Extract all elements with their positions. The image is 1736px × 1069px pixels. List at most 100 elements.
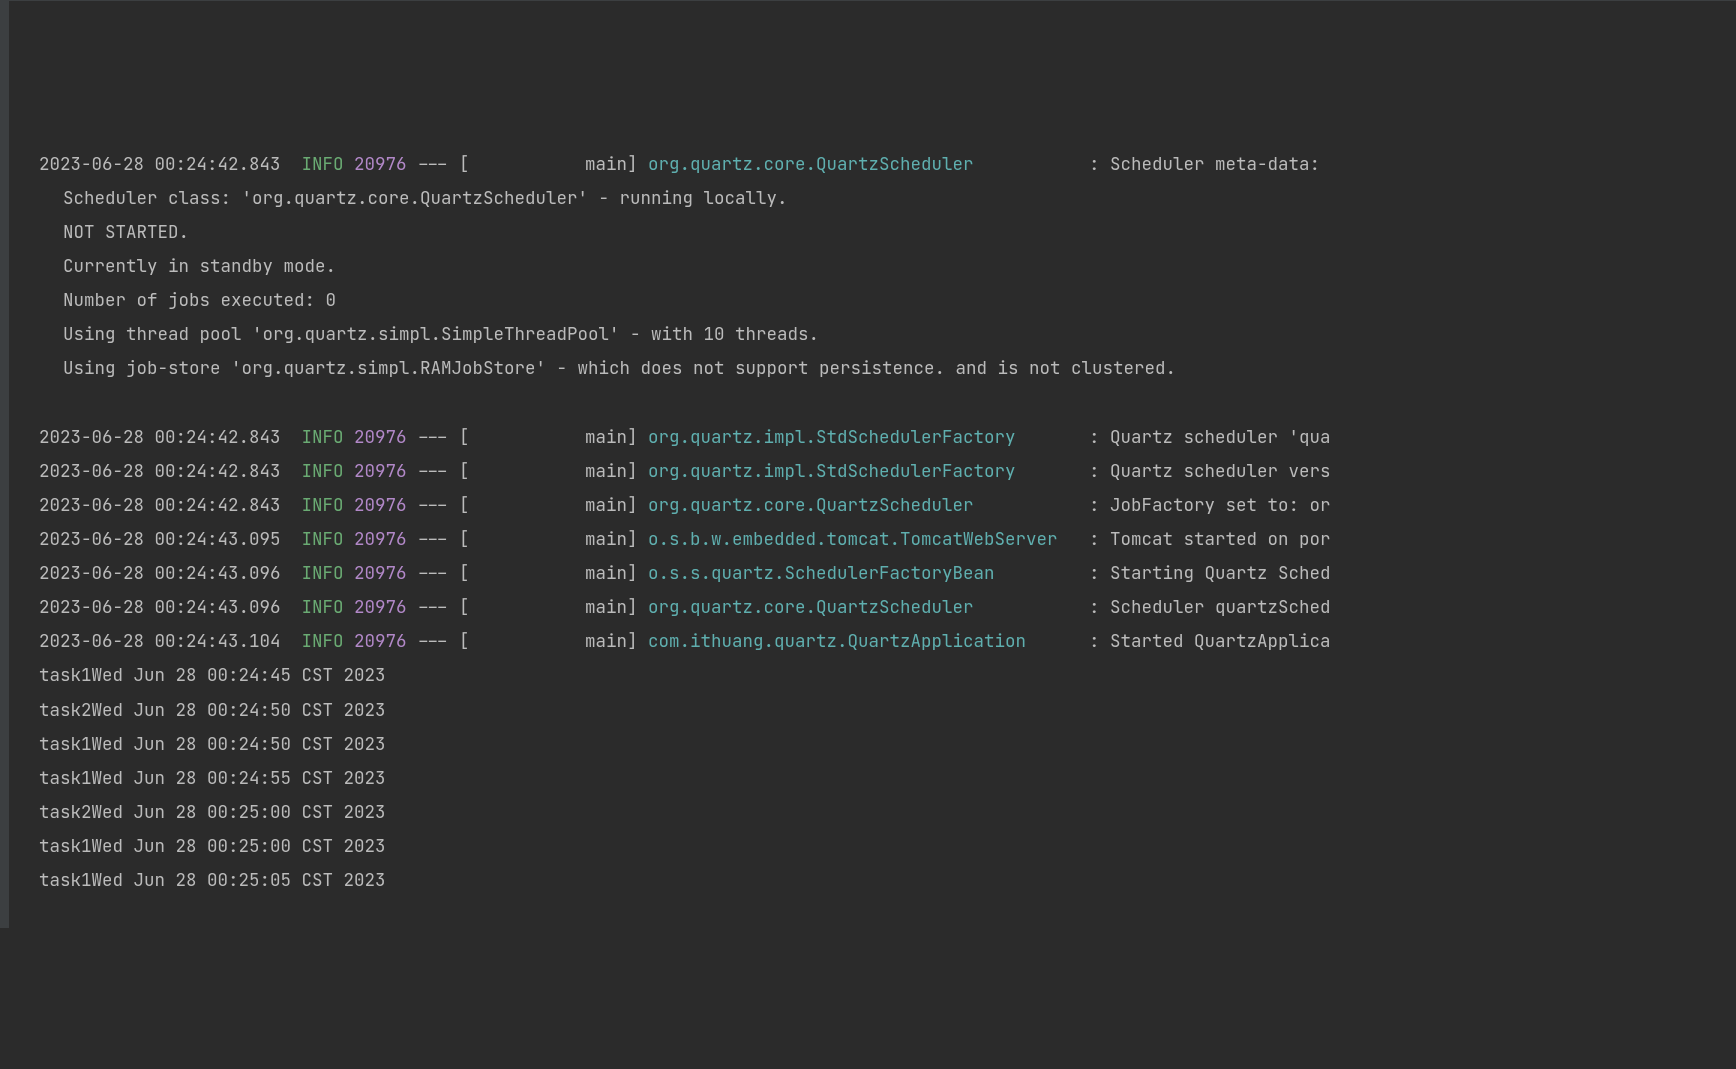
log-pid: 20976 [354,528,407,551]
log-text: Using job-store 'org.quartz.simpl.RAMJob… [63,357,1176,380]
log-separator: --- [417,494,449,517]
log-text: Number of jobs executed: 0 [63,289,336,312]
log-line[interactable]: task2Wed Jun 28 00:25:00 CST 2023 [39,796,1736,830]
log-text: task1Wed Jun 28 00:24:45 CST 2023 [39,664,386,687]
log-pid: 20976 [354,562,407,585]
log-line[interactable]: 2023-06-28 00:24:43.096 INFO 20976 --- [… [39,557,1736,591]
log-thread: [ main] [459,562,638,585]
log-colon: : [1089,153,1100,176]
log-pid: 20976 [354,153,407,176]
log-pid: 20976 [354,494,407,517]
log-separator: --- [417,596,449,619]
log-logger: org.quartz.core.QuartzScheduler [648,153,1079,176]
log-colon: : [1089,528,1100,551]
log-text: task2Wed Jun 28 00:24:50 CST 2023 [39,699,386,722]
log-colon: : [1089,494,1100,517]
log-timestamp: 2023-06-28 00:24:42.843 [39,153,281,176]
log-line[interactable]: NOT STARTED. [39,216,1736,250]
log-line[interactable]: task1Wed Jun 28 00:25:05 CST 2023 [39,864,1736,898]
log-level: INFO [302,562,344,585]
log-colon: : [1089,426,1100,449]
log-text: Using thread pool 'org.quartz.simpl.Simp… [63,323,819,346]
log-line[interactable]: 2023-06-28 00:24:43.104 INFO 20976 --- [… [39,625,1736,659]
log-line[interactable]: Currently in standby mode. [39,250,1736,284]
log-thread: [ main] [459,630,638,653]
log-thread: [ main] [459,528,638,551]
log-colon: : [1089,562,1100,585]
console-output[interactable]: 2023-06-28 00:24:42.843 INFO 20976 --- [… [39,148,1736,899]
log-timestamp: 2023-06-28 00:24:42.843 [39,494,281,517]
log-message: Scheduler meta-data: [1110,153,1320,176]
log-text: Currently in standby mode. [63,255,336,278]
log-separator: --- [417,426,449,449]
log-text: task1Wed Jun 28 00:25:00 CST 2023 [39,835,386,858]
log-level: INFO [302,494,344,517]
log-pid: 20976 [354,426,407,449]
log-line[interactable]: 2023-06-28 00:24:42.843 INFO 20976 --- [… [39,148,1736,182]
log-message: Quartz scheduler vers [1110,460,1331,483]
log-colon: : [1089,460,1100,483]
log-level: INFO [302,460,344,483]
log-thread: [ main] [459,153,638,176]
log-thread: [ main] [459,460,638,483]
log-message: Starting Quartz Sched [1110,562,1331,585]
log-line[interactable]: Using thread pool 'org.quartz.simpl.Simp… [39,318,1736,352]
log-colon: : [1089,596,1100,619]
log-logger: org.quartz.core.QuartzScheduler [648,494,1079,517]
log-logger: org.quartz.impl.StdSchedulerFactory [648,460,1079,483]
log-text: task2Wed Jun 28 00:25:00 CST 2023 [39,801,386,824]
log-line[interactable]: 2023-06-28 00:24:43.095 INFO 20976 --- [… [39,523,1736,557]
log-logger: o.s.b.w.embedded.tomcat.TomcatWebServer [648,528,1079,551]
log-line[interactable]: 2023-06-28 00:24:42.843 INFO 20976 --- [… [39,421,1736,455]
log-line[interactable]: task1Wed Jun 28 00:24:50 CST 2023 [39,728,1736,762]
log-text: task1Wed Jun 28 00:24:50 CST 2023 [39,733,386,756]
log-timestamp: 2023-06-28 00:24:42.843 [39,460,281,483]
log-level: INFO [302,630,344,653]
log-line[interactable]: task1Wed Jun 28 00:24:45 CST 2023 [39,659,1736,693]
log-text: NOT STARTED. [63,221,189,244]
log-separator: --- [417,562,449,585]
log-message: Started QuartzApplica [1110,630,1331,653]
log-level: INFO [302,596,344,619]
log-line[interactable]: 2023-06-28 00:24:42.843 INFO 20976 --- [… [39,455,1736,489]
log-line[interactable] [39,386,1736,420]
log-pid: 20976 [354,460,407,483]
log-level: INFO [302,153,344,176]
log-line[interactable]: Scheduler class: 'org.quartz.core.Quartz… [39,182,1736,216]
log-message: JobFactory set to: or [1110,494,1331,517]
log-timestamp: 2023-06-28 00:24:42.843 [39,426,281,449]
log-line[interactable]: 2023-06-28 00:24:42.843 INFO 20976 --- [… [39,489,1736,523]
log-logger: org.quartz.impl.StdSchedulerFactory [648,426,1079,449]
log-line[interactable]: task2Wed Jun 28 00:24:50 CST 2023 [39,694,1736,728]
log-logger: org.quartz.core.QuartzScheduler [648,596,1079,619]
log-level: INFO [302,528,344,551]
log-thread: [ main] [459,494,638,517]
log-message: Quartz scheduler 'qua [1110,426,1331,449]
log-line[interactable]: task1Wed Jun 28 00:25:00 CST 2023 [39,830,1736,864]
log-timestamp: 2023-06-28 00:24:43.104 [39,630,281,653]
log-separator: --- [417,630,449,653]
log-pid: 20976 [354,596,407,619]
log-separator: --- [417,153,449,176]
log-timestamp: 2023-06-28 00:24:43.095 [39,528,281,551]
log-text: task1Wed Jun 28 00:25:05 CST 2023 [39,869,386,892]
log-line[interactable]: Number of jobs executed: 0 [39,284,1736,318]
log-logger: com.ithuang.quartz.QuartzApplication [648,630,1079,653]
log-separator: --- [417,528,449,551]
log-line[interactable]: 2023-06-28 00:24:43.096 INFO 20976 --- [… [39,591,1736,625]
log-text: Scheduler class: 'org.quartz.core.Quartz… [63,187,788,210]
log-separator: --- [417,460,449,483]
log-line[interactable]: Using job-store 'org.quartz.simpl.RAMJob… [39,352,1736,386]
log-thread: [ main] [459,426,638,449]
log-line[interactable]: task1Wed Jun 28 00:24:55 CST 2023 [39,762,1736,796]
log-pid: 20976 [354,630,407,653]
log-thread: [ main] [459,596,638,619]
log-text: task1Wed Jun 28 00:24:55 CST 2023 [39,767,386,790]
log-timestamp: 2023-06-28 00:24:43.096 [39,562,281,585]
log-colon: : [1089,630,1100,653]
log-message: Scheduler quartzSched [1110,596,1331,619]
log-message: Tomcat started on por [1110,528,1331,551]
log-logger: o.s.s.quartz.SchedulerFactoryBean [648,562,1079,585]
log-level: INFO [302,426,344,449]
log-timestamp: 2023-06-28 00:24:43.096 [39,596,281,619]
